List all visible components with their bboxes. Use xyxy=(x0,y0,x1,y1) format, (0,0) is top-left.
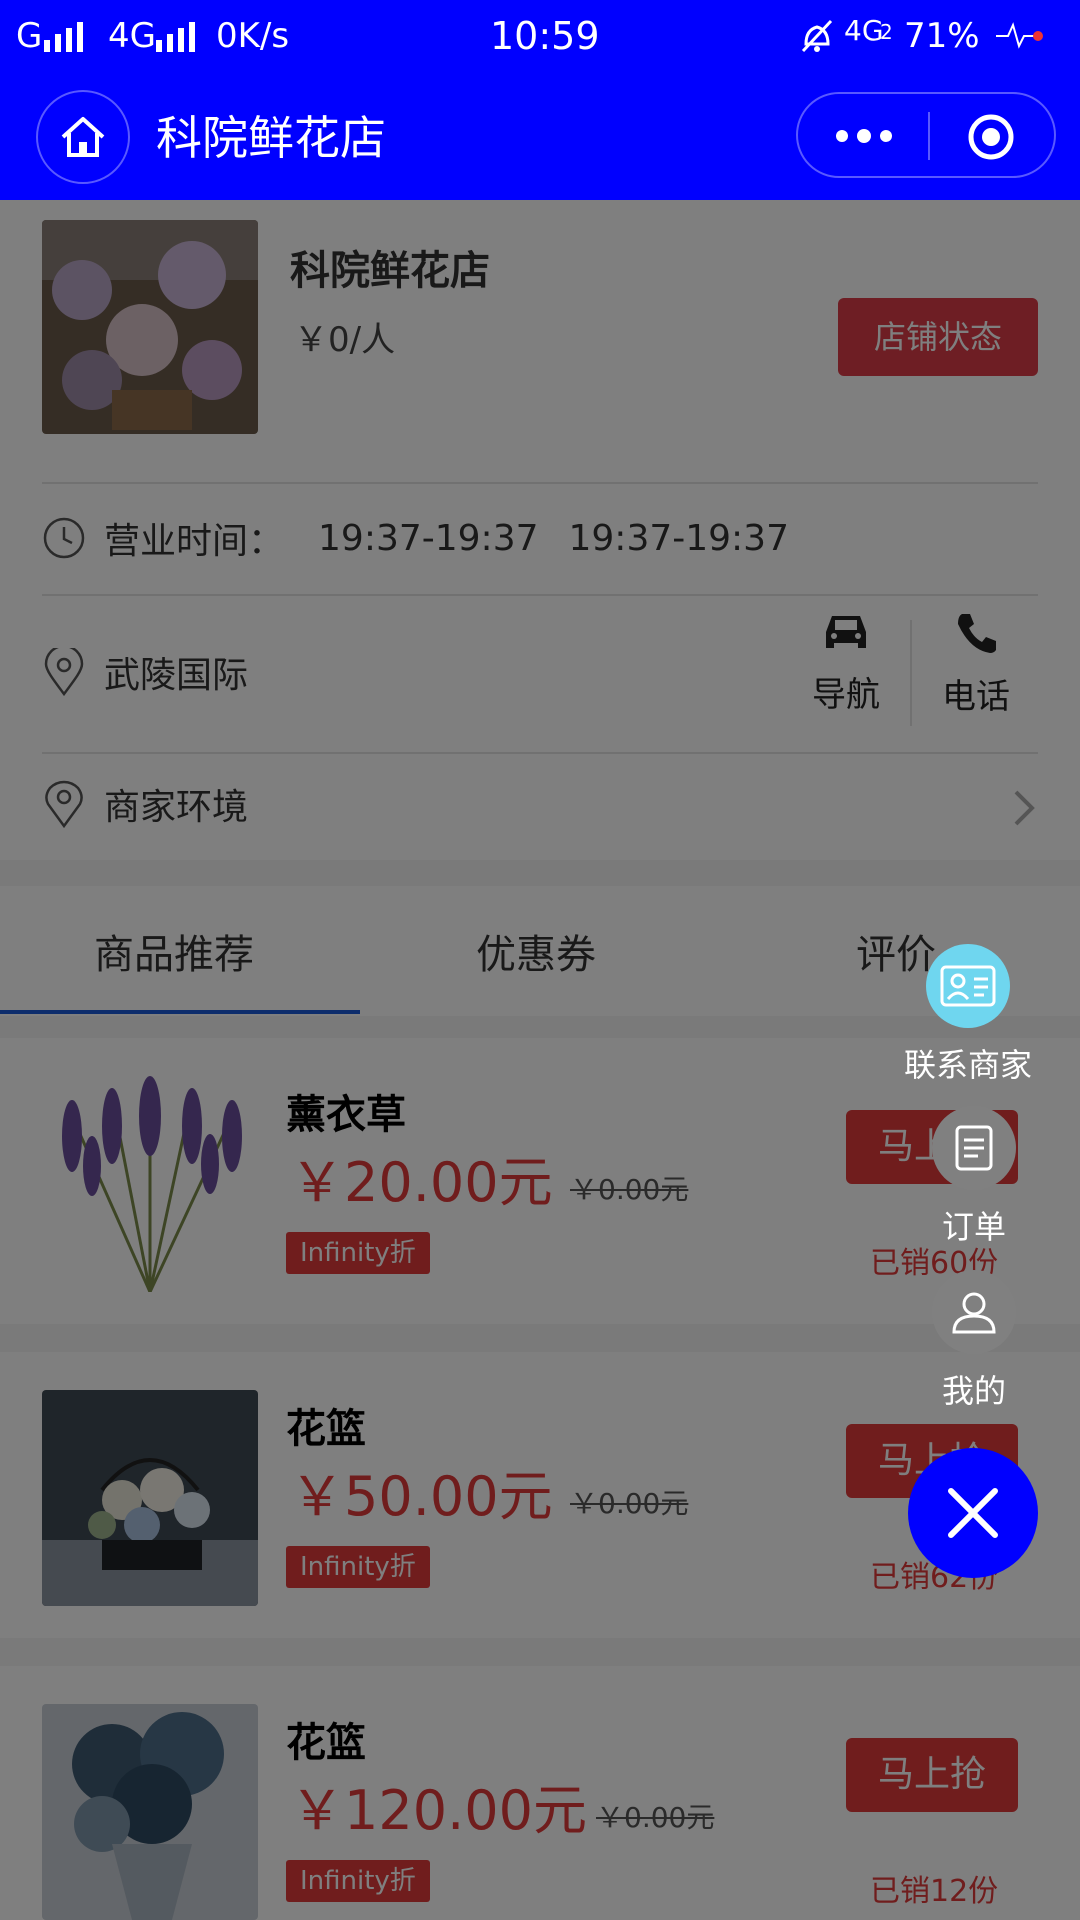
signal-icon-2 xyxy=(156,22,195,52)
my-profile-button[interactable]: 我的 xyxy=(932,1270,1016,1412)
home-icon xyxy=(61,117,105,157)
battery-level: 71% xyxy=(904,16,980,56)
mini-program-capsule xyxy=(796,92,1056,178)
orders-button[interactable]: 订单 xyxy=(932,1106,1016,1248)
capsule-divider xyxy=(928,112,930,160)
orders-circle xyxy=(932,1106,1016,1190)
home-button[interactable] xyxy=(36,90,130,184)
profile-circle xyxy=(932,1270,1016,1354)
contact-circle xyxy=(926,944,1010,1028)
more-dots-icon[interactable] xyxy=(832,120,896,152)
contact-merchant-label: 联系商家 xyxy=(904,1046,1033,1084)
close-menu-button[interactable] xyxy=(908,1448,1038,1578)
page-title: 科院鲜花店 xyxy=(156,111,386,165)
network-speed: 0K/s xyxy=(216,16,290,56)
network-indicator-right: 4G xyxy=(844,14,884,47)
network-indicator-mid: 4G xyxy=(108,16,156,56)
contact-merchant-button[interactable]: 联系商家 xyxy=(904,944,1032,1086)
status-bar: G 4G 0K/s 10:59 4G 2 71% xyxy=(0,0,1080,74)
contact-card-icon xyxy=(940,965,996,1007)
document-icon xyxy=(955,1125,993,1171)
user-icon xyxy=(952,1292,996,1334)
my-profile-label: 我的 xyxy=(941,1372,1006,1410)
nav-bar: 科院鲜花店 xyxy=(0,74,1080,200)
orders-label: 订单 xyxy=(941,1208,1006,1246)
network-indicator-right-sub: 2 xyxy=(880,20,893,44)
network-indicator-left: G xyxy=(16,16,43,56)
mute-bell-icon xyxy=(801,19,833,53)
close-icon xyxy=(948,1488,998,1538)
heart-rate-icon xyxy=(996,22,1043,49)
clock: 10:59 xyxy=(490,14,600,58)
target-circle-icon[interactable] xyxy=(966,112,1016,162)
signal-icon xyxy=(44,22,83,52)
